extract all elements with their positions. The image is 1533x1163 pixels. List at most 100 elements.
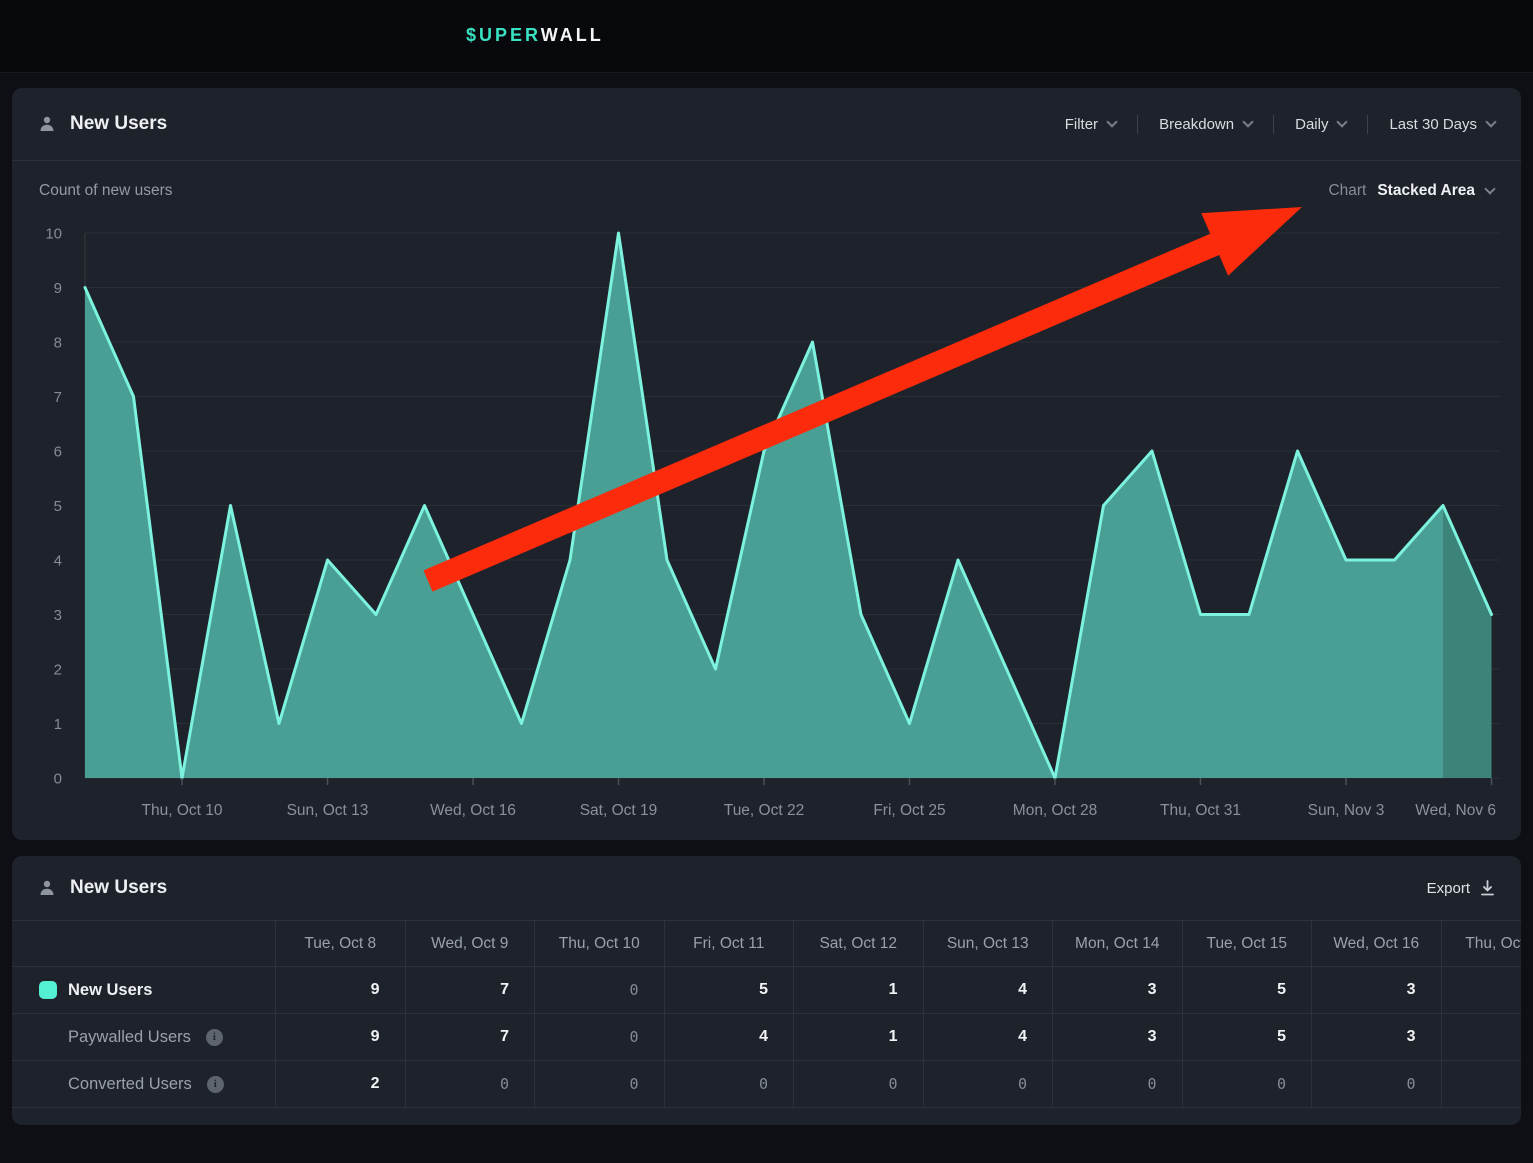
export-label: Export — [1427, 880, 1470, 897]
chart-type-label: Chart — [1328, 182, 1366, 200]
chevron-down-icon — [1242, 116, 1253, 127]
table-cell: 4 — [923, 1014, 1053, 1060]
info-icon[interactable]: i — [206, 1029, 223, 1046]
new-users-chart-panel: New Users Filter Breakdown Daily Last 30… — [12, 88, 1521, 840]
table-cell: 0 — [534, 1014, 664, 1060]
x-tick-label: Sun, Oct 13 — [287, 802, 369, 819]
interval-label: Daily — [1295, 116, 1328, 133]
y-axis-label: 3 — [54, 607, 62, 624]
table-cell — [1441, 967, 1522, 1013]
table-column-header: Sun, Oct 13 — [923, 921, 1053, 966]
chart-subheader: Count of new users Chart Stacked Area — [12, 161, 1521, 221]
table-cell: 9 — [275, 967, 405, 1013]
table-cell: 0 — [664, 1061, 794, 1107]
chart-panel-title: New Users — [38, 113, 167, 135]
table-column-header: Thu, Oct 17 — [1441, 921, 1522, 966]
area-fill-partial-day — [1443, 506, 1492, 779]
table-corner-cell — [12, 921, 275, 966]
table-cell — [1441, 1014, 1522, 1060]
table-column-header: Tue, Oct 15 — [1182, 921, 1312, 966]
info-icon[interactable]: i — [207, 1076, 224, 1093]
x-tick-label: Wed, Oct 16 — [430, 802, 516, 819]
x-tick-label: Thu, Oct 31 — [1160, 802, 1241, 819]
table-column-header: Sat, Oct 12 — [793, 921, 923, 966]
table-header-row: Tue, Oct 8Wed, Oct 9Thu, Oct 10Fri, Oct … — [12, 920, 1521, 967]
date-range-dropdown[interactable]: Last 30 Days — [1389, 116, 1495, 133]
table-panel-header: New Users Export — [12, 856, 1521, 920]
table-row: Paywalled Usersi970414353 — [12, 1014, 1521, 1061]
table-cell: 5 — [1182, 1014, 1312, 1060]
top-navigation-bar: $UPERWALL — [0, 0, 1533, 73]
swatch-spacer — [39, 1075, 57, 1093]
table-row-label-cell: New Users — [12, 967, 275, 1013]
y-axis-label: 0 — [54, 771, 62, 788]
table-row-label: New Users — [68, 981, 152, 1000]
table-column-header: Thu, Oct 10 — [534, 921, 664, 966]
new-users-table-panel: New Users Export Tue, Oct 8Wed, Oct 9Thu… — [12, 856, 1521, 1125]
chart-panel-header: New Users Filter Breakdown Daily Last 30… — [12, 88, 1521, 161]
logo-text-white: WALL — [541, 25, 604, 45]
table-row: Converted Usersi200000000 — [12, 1061, 1521, 1108]
table-cell: 1 — [793, 967, 923, 1013]
y-axis-label: 2 — [54, 662, 62, 679]
divider — [1137, 115, 1138, 134]
filter-dropdown[interactable]: Filter — [1065, 116, 1116, 133]
chart-metric-label: Count of new users — [39, 182, 173, 200]
table-column-header: Wed, Oct 9 — [405, 921, 535, 966]
table-cell: 0 — [534, 1061, 664, 1107]
table-row-label: Converted Users — [68, 1075, 192, 1094]
y-axis-label: 6 — [54, 444, 62, 461]
table-cell: 0 — [534, 967, 664, 1013]
table-row: New Users970514353 — [12, 967, 1521, 1014]
table-panel-title-text: New Users — [70, 877, 167, 899]
user-icon — [38, 115, 56, 133]
superwall-logo: $UPERWALL — [466, 25, 604, 46]
download-icon — [1480, 880, 1495, 896]
table-cell: 0 — [405, 1061, 535, 1107]
x-tick-label: Tue, Oct 22 — [724, 802, 804, 819]
table-cell: 3 — [1311, 1014, 1441, 1060]
table-cell: 3 — [1052, 1014, 1182, 1060]
table-cell: 7 — [405, 967, 535, 1013]
table-cell: 9 — [275, 1014, 405, 1060]
interval-dropdown[interactable]: Daily — [1295, 116, 1346, 133]
y-axis-label: 8 — [54, 335, 62, 352]
x-tick-label: Thu, Oct 10 — [142, 802, 223, 819]
table-cell — [1441, 1061, 1522, 1107]
table-cell: 0 — [793, 1061, 923, 1107]
table-cell: 5 — [1182, 967, 1312, 1013]
chevron-down-icon — [1485, 116, 1496, 127]
table-cell: 4 — [923, 967, 1053, 1013]
filter-label: Filter — [1065, 116, 1098, 133]
table-cell: 2 — [275, 1061, 405, 1107]
table-column-header: Wed, Oct 16 — [1311, 921, 1441, 966]
data-table: Tue, Oct 8Wed, Oct 9Thu, Oct 10Fri, Oct … — [12, 920, 1521, 1108]
divider — [1367, 115, 1368, 134]
table-cell: 5 — [664, 967, 794, 1013]
chart-type-value: Stacked Area — [1377, 182, 1475, 200]
table-row-label-cell: Paywalled Users i — [12, 1014, 275, 1060]
date-range-label: Last 30 Days — [1389, 116, 1477, 133]
y-axis-label: 7 — [54, 389, 62, 406]
chart-type-dropdown[interactable]: Chart Stacked Area — [1328, 182, 1494, 200]
breakdown-dropdown[interactable]: Breakdown — [1159, 116, 1252, 133]
chart-panel-title-text: New Users — [70, 113, 167, 135]
y-axis-label: 1 — [54, 716, 62, 733]
breakdown-label: Breakdown — [1159, 116, 1234, 133]
chart-controls: Filter Breakdown Daily Last 30 Days — [1065, 115, 1495, 134]
export-button[interactable]: Export — [1427, 880, 1495, 897]
table-cell: 0 — [923, 1061, 1053, 1107]
chevron-down-icon — [1337, 116, 1348, 127]
table-column-header: Mon, Oct 14 — [1052, 921, 1182, 966]
table-cell: 0 — [1052, 1061, 1182, 1107]
series-color-swatch — [39, 981, 57, 999]
table-panel-title: New Users — [38, 877, 167, 899]
table-cell: 7 — [405, 1014, 535, 1060]
table-row-label: Paywalled Users — [68, 1028, 191, 1047]
table-cell: 4 — [664, 1014, 794, 1060]
table-cell: 0 — [1182, 1061, 1312, 1107]
chevron-down-icon — [1106, 116, 1117, 127]
table-cell: 3 — [1052, 967, 1182, 1013]
table-cell: 0 — [1311, 1061, 1441, 1107]
x-tick-label: Sat, Oct 19 — [580, 802, 658, 819]
